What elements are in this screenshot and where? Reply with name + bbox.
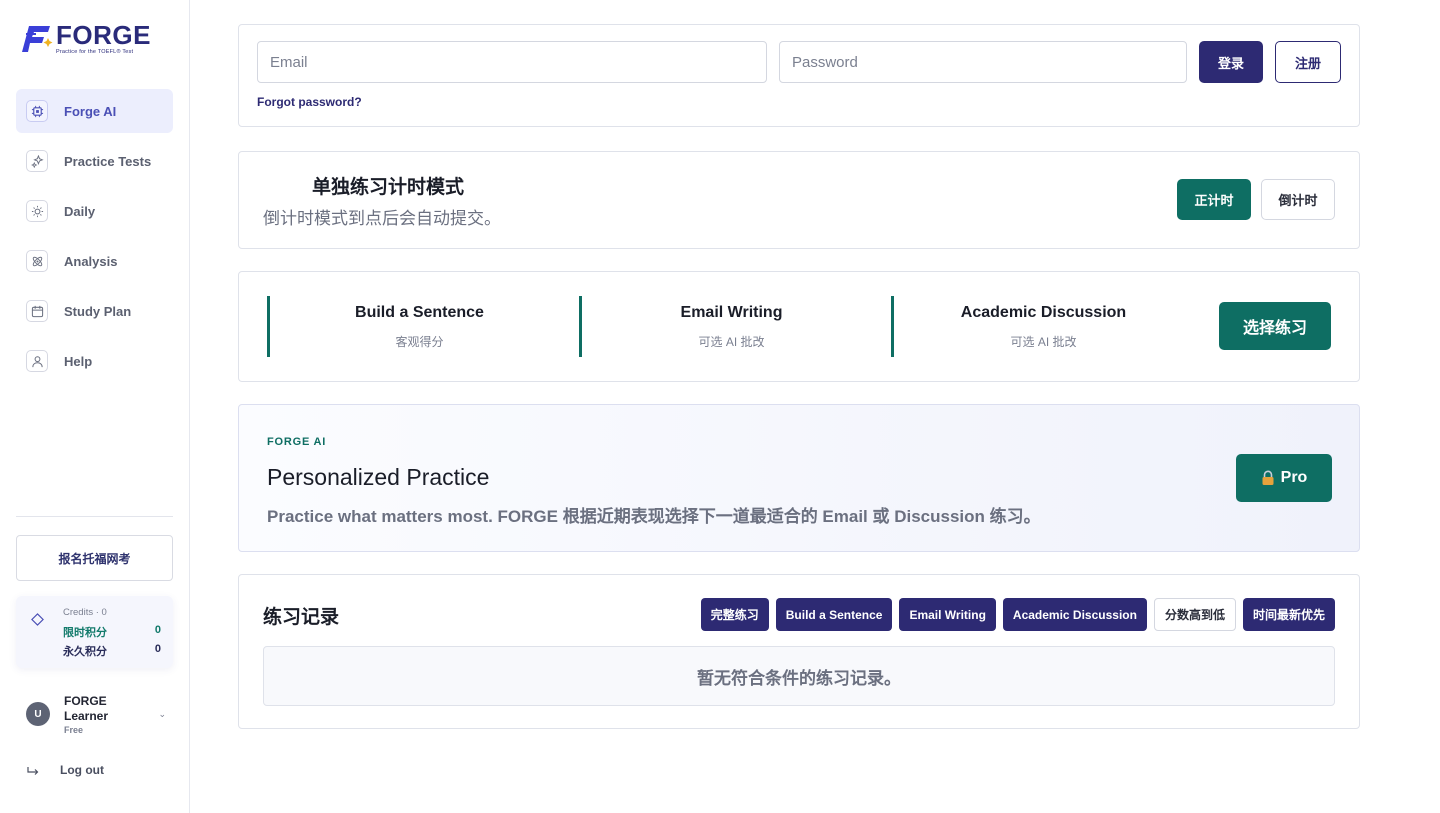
- forge-ai-description: Practice what matters most. FORGE 根据近期表现…: [267, 507, 1041, 526]
- forge-logo-icon: [22, 26, 53, 52]
- limited-credits-value: 0: [154, 624, 161, 636]
- sidebar-divider: [16, 516, 173, 517]
- records-title: 练习记录: [263, 607, 340, 628]
- task-type-email-writing[interactable]: Email Writing 可选 AI 批改: [579, 296, 881, 357]
- count-down-button[interactable]: 倒计时: [1261, 179, 1335, 220]
- task-type-build-sentence[interactable]: Build a Sentence 客观得分: [267, 296, 569, 357]
- permanent-credits-label: 永久积分: [63, 646, 107, 658]
- timer-mode-description: 倒计时模式到点后会自动提交。: [263, 209, 501, 228]
- filter-full-practice[interactable]: 完整练习: [700, 598, 769, 631]
- forge-ai-card: FORGE AI Personalized Practice Practice …: [238, 404, 1360, 552]
- sidebar-item-label: Study Plan: [64, 303, 132, 319]
- diamond-icon: [31, 613, 44, 626]
- forge-ai-title: Personalized Practice: [267, 464, 490, 490]
- chip-icon: [26, 100, 48, 122]
- password-field[interactable]: [779, 41, 1187, 83]
- practice-records-card: 练习记录 完整练习 Build a Sentence Email Writing…: [238, 574, 1360, 729]
- filter-email-writing[interactable]: Email Writing: [899, 598, 996, 631]
- sidebar-item-forge-ai[interactable]: Forge AI: [16, 89, 173, 133]
- logout-button[interactable]: Log out: [26, 763, 104, 777]
- limited-credits-label: 限时积分: [63, 627, 107, 639]
- task-type-sub: 可选 AI 批改: [698, 335, 765, 349]
- timer-mode-card: 单独练习计时模式 倒计时模式到点后会自动提交。 正计时 倒计时: [238, 151, 1360, 249]
- sort-newest-first[interactable]: 时间最新优先: [1242, 598, 1335, 631]
- signup-button[interactable]: 注册: [1275, 41, 1341, 83]
- atom-icon: [26, 250, 48, 272]
- chevron-down-icon: ⌄: [158, 708, 166, 719]
- sidebar-item-help[interactable]: Help: [16, 339, 173, 383]
- avatar: U: [26, 702, 50, 726]
- records-empty-state: 暂无符合条件的练习记录。: [263, 646, 1335, 706]
- sidebar-item-analysis[interactable]: Analysis: [16, 239, 173, 283]
- sidebar-item-study-plan[interactable]: Study Plan: [16, 289, 173, 333]
- count-up-button[interactable]: 正计时: [1177, 179, 1251, 220]
- filter-academic-discussion[interactable]: Academic Discussion: [1002, 598, 1147, 631]
- logout-label: Log out: [60, 763, 104, 777]
- person-icon: [26, 350, 48, 372]
- choose-practice-button[interactable]: 选择练习: [1219, 302, 1331, 350]
- logout-icon: [27, 767, 39, 775]
- sidebar-item-label: Forge AI: [64, 103, 117, 119]
- credits-panel: Credits · 0 限时积分 0 永久积分 0: [16, 596, 173, 668]
- email-field[interactable]: [257, 41, 767, 83]
- user-menu[interactable]: U FORGE Learner Free ⌄: [26, 692, 166, 736]
- pro-button[interactable]: Pro: [1236, 454, 1332, 502]
- limited-credits-row: 限时积分 0: [63, 624, 161, 640]
- task-types-card: Build a Sentence 客观得分 Email Writing 可选 A…: [238, 271, 1360, 382]
- forgot-password-link[interactable]: Forgot password?: [257, 95, 362, 109]
- task-type-name: Academic Discussion: [960, 304, 1127, 321]
- sidebar-item-practice-tests[interactable]: Practice Tests: [16, 139, 173, 183]
- sidebar: FORGE Practice for the TOEFL® Test Forge…: [0, 0, 190, 813]
- login-card: 登录 注册 Forgot password?: [238, 24, 1360, 127]
- task-type-academic-discussion[interactable]: Academic Discussion 可选 AI 批改: [891, 296, 1193, 357]
- task-type-sub: 可选 AI 批改: [1010, 335, 1077, 349]
- lock-icon: [1262, 470, 1274, 485]
- task-type-name: Build a Sentence: [355, 304, 484, 321]
- brand-name: FORGE: [56, 20, 151, 50]
- user-name: FORGE Learner: [64, 693, 109, 723]
- pro-label: Pro: [1280, 469, 1308, 486]
- sidebar-nav: Forge AI Practice Tests Daily Analysis S…: [16, 89, 173, 389]
- sun-icon: [26, 200, 48, 222]
- sidebar-item-label: Analysis: [64, 253, 118, 269]
- user-plan: Free: [64, 724, 84, 735]
- timer-mode-title: 单独练习计时模式: [312, 177, 465, 198]
- permanent-credits-value: 0: [154, 643, 161, 655]
- forge-ai-kicker: FORGE AI: [267, 436, 327, 448]
- register-toefl-button[interactable]: 报名托福网考: [16, 535, 173, 581]
- sort-score-desc[interactable]: 分数高到低: [1153, 598, 1236, 631]
- task-type-name: Email Writing: [680, 304, 783, 321]
- sidebar-item-label: Practice Tests: [64, 153, 152, 169]
- sidebar-item-label: Help: [64, 353, 93, 369]
- calendar-icon: [26, 300, 48, 322]
- credits-title: Credits · 0: [63, 607, 107, 618]
- sparkle-icon: [26, 150, 48, 172]
- task-type-sub: 客观得分: [395, 335, 444, 349]
- sidebar-item-label: Daily: [64, 203, 96, 219]
- records-filters: 完整练习 Build a Sentence Email Writing Acad…: [700, 598, 1335, 631]
- forge-logo[interactable]: FORGE Practice for the TOEFL® Test: [20, 22, 151, 55]
- login-button[interactable]: 登录: [1199, 41, 1263, 83]
- permanent-credits-row: 永久积分 0: [63, 643, 161, 659]
- sidebar-item-daily[interactable]: Daily: [16, 189, 173, 233]
- filter-build-sentence[interactable]: Build a Sentence: [775, 598, 893, 631]
